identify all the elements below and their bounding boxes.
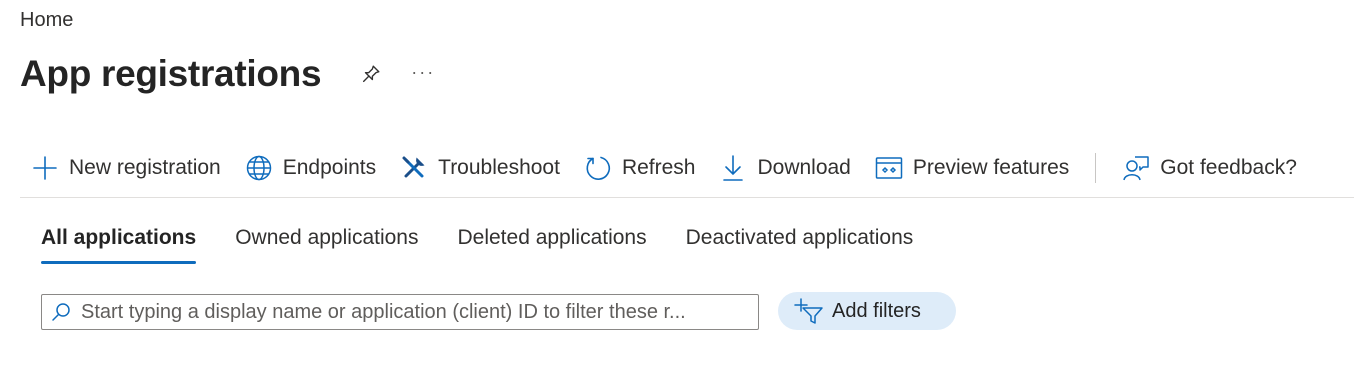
page-title: App registrations <box>20 53 322 94</box>
refresh-icon <box>584 154 612 182</box>
preview-features-button[interactable]: Preview features <box>875 146 1069 190</box>
search-box <box>41 294 759 330</box>
tab-owned-applications[interactable]: Owned applications <box>235 218 418 264</box>
refresh-label: Refresh <box>621 156 696 179</box>
wrench-icon <box>400 154 428 182</box>
preview-features-label: Preview features <box>912 156 1070 179</box>
search-input[interactable] <box>81 300 721 324</box>
search-icon <box>51 302 71 322</box>
add-filters-label: Add filters <box>832 299 921 322</box>
download-button[interactable]: Download <box>719 146 851 190</box>
more-options-button[interactable]: ··· <box>411 62 435 87</box>
refresh-button[interactable]: Refresh <box>584 146 696 190</box>
toolbar-divider <box>20 197 1354 198</box>
endpoints-label: Endpoints <box>282 156 377 179</box>
new-registration-button[interactable]: New registration <box>31 146 221 190</box>
breadcrumb-home[interactable]: Home <box>20 9 73 32</box>
globe-icon <box>245 154 273 182</box>
new-registration-label: New registration <box>69 156 221 179</box>
toolbar-separator <box>1095 153 1097 183</box>
feedback-icon <box>1122 154 1150 182</box>
title-row: App registrations ··· <box>20 50 435 98</box>
preview-icon <box>875 154 903 182</box>
download-label: Download <box>757 156 851 179</box>
command-bar: New registration Endpoints Troubleshoot … <box>20 146 1354 190</box>
feedback-button[interactable]: Got feedback? <box>1122 146 1297 190</box>
feedback-label: Got feedback? <box>1160 156 1297 179</box>
download-icon <box>719 154 747 182</box>
tab-list: All applications Owned applications Dele… <box>41 218 952 266</box>
endpoints-button[interactable]: Endpoints <box>245 146 376 190</box>
add-filter-icon <box>794 297 824 325</box>
plus-icon <box>31 154 59 182</box>
tab-deleted-applications[interactable]: Deleted applications <box>457 218 646 264</box>
tab-all-applications[interactable]: All applications <box>41 218 197 264</box>
troubleshoot-label: Troubleshoot <box>438 156 560 179</box>
add-filters-button[interactable]: Add filters <box>778 292 956 330</box>
troubleshoot-button[interactable]: Troubleshoot <box>400 146 560 190</box>
tab-deactivated-applications[interactable]: Deactivated applications <box>686 218 914 264</box>
pin-icon[interactable] <box>359 62 383 86</box>
